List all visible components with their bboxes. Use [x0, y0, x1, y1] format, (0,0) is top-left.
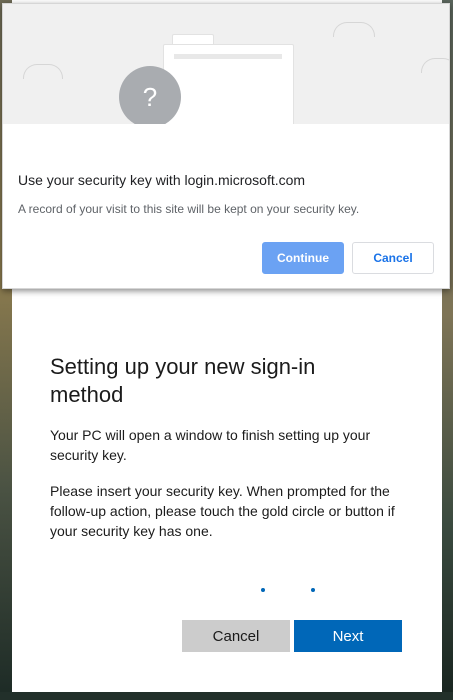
setup-title: Setting up your new sign-in method: [50, 354, 316, 407]
dialog-subtitle: A record of your visit to this site will…: [18, 202, 360, 216]
security-key-illustration: ?: [3, 4, 449, 124]
security-key-dialog: ? Use your security key with login.micro…: [2, 3, 450, 289]
cloud-icon: [23, 64, 63, 79]
setup-instructions-text: Your PC will open a window to finish set…: [50, 427, 371, 463]
continue-button[interactable]: Continue: [262, 242, 344, 274]
security-key-instructions-text: Please insert your security key. When pr…: [50, 483, 395, 539]
progress-dot: [261, 588, 265, 592]
dialog-cancel-button[interactable]: Cancel: [352, 242, 434, 274]
dialog-title: Use your security key with login.microso…: [18, 172, 306, 188]
progress-dot: [311, 588, 315, 592]
cancel-button[interactable]: Cancel: [182, 620, 290, 652]
question-mark-icon: ?: [119, 66, 181, 124]
cloud-icon: [421, 58, 449, 73]
next-button[interactable]: Next: [294, 620, 402, 652]
cloud-icon: [333, 22, 375, 37]
folder-line-shape: [174, 54, 282, 59]
background-bottom-edge: [0, 692, 453, 700]
